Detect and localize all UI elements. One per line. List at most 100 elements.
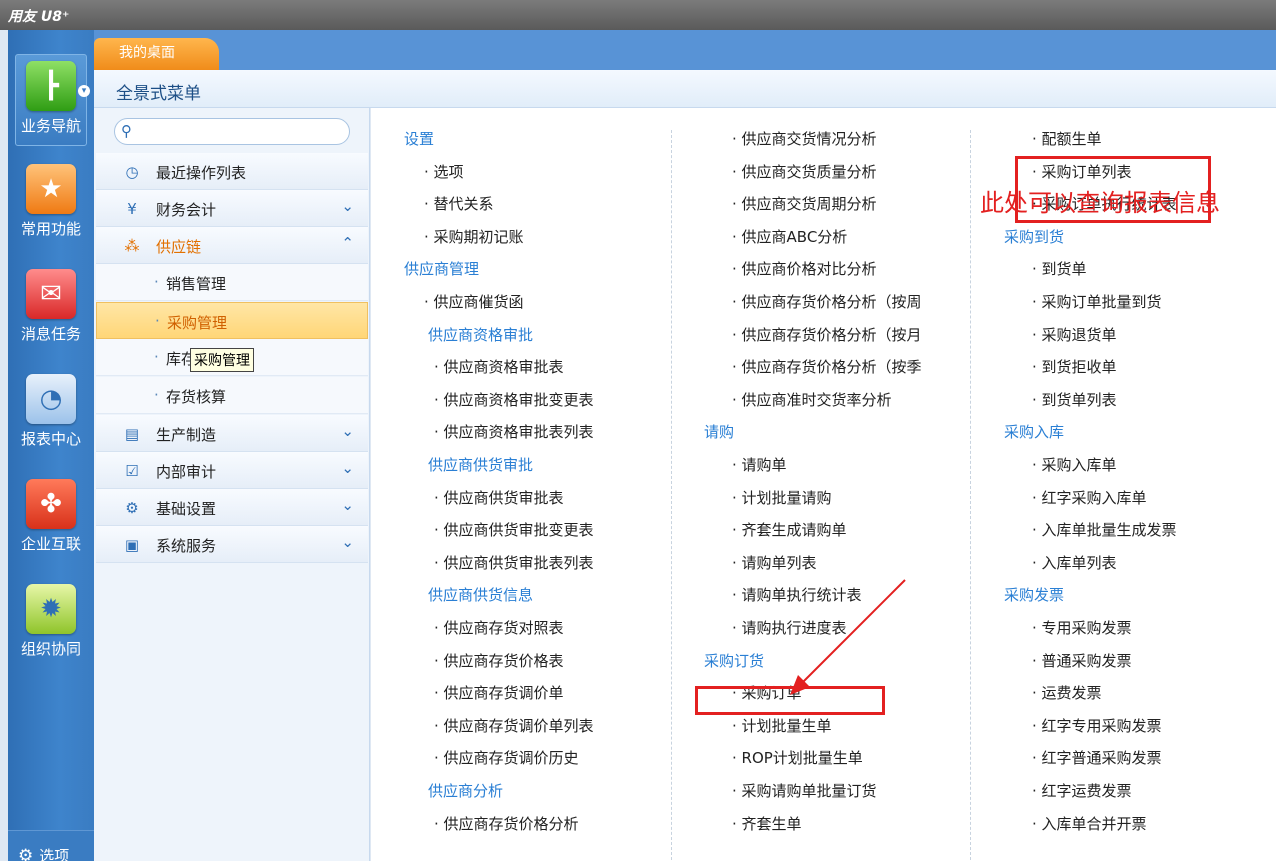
rail-label: 常用功能 <box>20 220 81 238</box>
rail-business-nav[interactable]: ┣ 业务导航 ▾ <box>15 54 90 146</box>
rail-label: 组织协同 <box>20 640 81 658</box>
rail-org-collab[interactable]: ✹ 组织协同 <box>15 578 87 670</box>
menu-link[interactable]: · 入库单合并开票 <box>1032 813 1147 834</box>
sidebar-sub-costing[interactable]: · 存货核算 <box>96 377 368 414</box>
menu-link[interactable]: · 专用采购发票 <box>1032 617 1132 638</box>
menu-link[interactable]: · 替代关系 <box>424 193 494 214</box>
sidebar-item-label: 基础设置 <box>156 500 217 518</box>
menu-link[interactable]: · 普通采购发票 <box>1032 650 1132 671</box>
menu-link[interactable]: · 齐套生单 <box>732 813 802 834</box>
message-icon: ✉ <box>26 269 76 319</box>
menu-group-heading: 供应商供货信息 <box>428 586 534 605</box>
sidebar-sub-purchase[interactable]: · 采购管理 <box>96 302 368 339</box>
menu-link[interactable]: · 采购请购单批量订货 <box>732 780 877 801</box>
menu-link[interactable]: · 供应商存货调价历史 <box>434 747 579 768</box>
chevron-down-icon[interactable]: ▾ <box>78 85 90 97</box>
menu-link[interactable]: · 供应商存货价格表 <box>434 650 564 671</box>
menu-link[interactable]: · 到货拒收单 <box>1032 356 1117 377</box>
menu-link[interactable]: · 供应商准时交货率分析 <box>732 389 892 410</box>
menu-link[interactable]: · 入库单批量生成发票 <box>1032 519 1177 540</box>
menu-link[interactable]: · 供应商存货价格分析 <box>434 813 579 834</box>
app-logo: 用友 U8⁺ <box>8 9 70 25</box>
sidebar-item-label: 财务会计 <box>156 201 217 219</box>
options-label: 选项 <box>39 847 70 861</box>
menu-link[interactable]: · 供应商交货情况分析 <box>732 128 877 149</box>
menu-link[interactable]: · 供应商存货调价单 <box>434 682 564 703</box>
chevron-down-icon: ⌄ <box>341 533 354 551</box>
sidebar-item-label: 供应链 <box>156 238 202 256</box>
menu-link[interactable]: · 供应商资格审批表列表 <box>434 421 594 442</box>
sidebar-item-system[interactable]: ▣ 系统服务 ⌄ <box>96 526 368 563</box>
menu-link[interactable]: · 供应商交货质量分析 <box>732 161 877 182</box>
clock-icon: ◷ <box>125 163 139 181</box>
menu-link[interactable]: · 运费发票 <box>1032 682 1102 703</box>
network-icon: ⁂ <box>124 237 140 255</box>
menu-group-heading: 供应商供货审批 <box>428 456 534 474</box>
menu-link[interactable]: · 供应商供货审批变更表 <box>434 519 594 540</box>
menu-link[interactable]: · 供应商资格审批变更表 <box>434 389 594 410</box>
menu-link[interactable]: · 请购单列表 <box>732 552 817 573</box>
menu-group-heading: 采购入库 <box>1004 423 1065 442</box>
menu-link[interactable]: · 红字采购入库单 <box>1032 487 1147 508</box>
menu-link[interactable]: · 供应商存货价格分析（按月 <box>732 324 922 345</box>
menu-group-heading: 设置 <box>404 130 435 148</box>
sidebar-item-recent[interactable]: ◷ 最近操作列表 <box>96 153 368 190</box>
annotation-note: 此处可以查询报表信息 <box>980 189 1220 217</box>
menu-link[interactable]: · 入库单列表 <box>1032 552 1117 573</box>
menu-link[interactable]: · 齐套生成请购单 <box>732 519 847 540</box>
menu-group-heading: 供应商管理 <box>404 260 480 279</box>
sidebar-item-basic[interactable]: ⚙ 基础设置 ⌄ <box>96 489 368 526</box>
menu-link[interactable]: · 采购订单批量到货 <box>1032 291 1162 312</box>
sidebar-item-finance[interactable]: ¥ 财务会计 ⌄ <box>96 190 368 227</box>
menu-group-heading: 供应商分析 <box>428 782 504 800</box>
chevron-down-icon: ⌄ <box>341 496 354 514</box>
menu-link[interactable]: · 采购期初记账 <box>424 226 524 247</box>
menu-link[interactable]: · 供应商存货价格分析（按季 <box>732 356 922 377</box>
menu-link[interactable]: · 供应商供货审批表 <box>434 487 564 508</box>
menu-group-heading: 采购发票 <box>1004 586 1065 605</box>
menu-link[interactable]: · 配额生单 <box>1032 128 1102 149</box>
menu-link[interactable]: · 红字运费发票 <box>1032 780 1132 801</box>
menu-group-heading: 请购 <box>704 423 735 442</box>
menu-link[interactable]: · 供应商价格对比分析 <box>732 258 877 279</box>
menu-link[interactable]: · 供应商存货调价单列表 <box>434 715 594 736</box>
sidebar-item-supply-chain[interactable]: ⁂ 供应链 ⌃ <box>96 227 368 264</box>
menu-link[interactable]: · 供应商供货审批表列表 <box>434 552 594 573</box>
sidebar-item-production[interactable]: ▤ 生产制造 ⌄ <box>96 415 368 452</box>
menu-link[interactable]: · 采购入库单 <box>1032 454 1117 475</box>
sidebar-sub-sales[interactable]: · 销售管理 <box>96 264 368 301</box>
menu-link[interactable]: · ROP计划批量生单 <box>732 747 863 768</box>
search-input[interactable]: ⚲ <box>114 118 350 145</box>
printer-icon: ▤ <box>124 425 140 443</box>
options-button[interactable]: ⚙ 选项 <box>18 845 69 861</box>
left-rail: ┣ 业务导航 ▾ ★ 常用功能 ✉ 消息任务 ◔ 报表中心 ✤ 企业互联 ✹ 组… <box>8 30 94 861</box>
chevron-down-icon: ⌄ <box>341 459 354 477</box>
sidebar-item-label: 系统服务 <box>156 537 217 555</box>
column-divider <box>671 130 672 860</box>
menu-link[interactable]: · 供应商存货价格分析（按周 <box>732 291 922 312</box>
rail-reports[interactable]: ◔ 报表中心 <box>15 368 87 460</box>
menu-link[interactable]: · 供应商ABC分析 <box>732 226 847 247</box>
menu-link[interactable]: · 选项 <box>424 161 464 182</box>
favorites-icon: ★ <box>26 164 76 214</box>
menu-link[interactable]: · 供应商交货周期分析 <box>732 193 877 214</box>
menu-link[interactable]: · 到货单 <box>1032 258 1087 279</box>
menu-group-heading: 采购到货 <box>1004 227 1065 246</box>
menu-link[interactable]: · 到货单列表 <box>1032 389 1117 410</box>
tab-my-desktop[interactable]: 我的桌面 <box>94 38 219 70</box>
menu-link[interactable]: · 供应商存货对照表 <box>434 617 564 638</box>
menu-link[interactable]: · 红字普通采购发票 <box>1032 747 1162 768</box>
menu-link[interactable]: · 红字专用采购发票 <box>1032 715 1162 736</box>
sidebar-sub-label: 存货核算 <box>166 388 227 406</box>
menu-link[interactable]: · 计划批量生单 <box>732 715 832 736</box>
sidebar-item-audit[interactable]: ☑ 内部审计 ⌄ <box>96 452 368 489</box>
menu-link[interactable]: · 请购单 <box>732 454 787 475</box>
rail-messages[interactable]: ✉ 消息任务 <box>15 263 87 355</box>
menu-link[interactable]: · 计划批量请购 <box>732 487 832 508</box>
rail-favorites[interactable]: ★ 常用功能 <box>15 158 87 250</box>
menu-link[interactable]: · 供应商催货函 <box>424 291 524 312</box>
menu-link[interactable]: · 供应商资格审批表 <box>434 356 564 377</box>
rail-enterprise[interactable]: ✤ 企业互联 <box>15 473 87 565</box>
menu-link[interactable]: · 采购退货单 <box>1032 324 1117 345</box>
menu-group-heading: 采购订货 <box>704 651 765 670</box>
